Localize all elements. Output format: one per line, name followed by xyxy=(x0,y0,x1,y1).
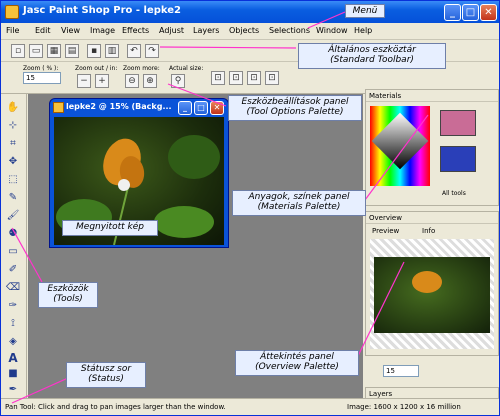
callout-overview: Áttekintés panel (Overview Palette) xyxy=(235,350,359,376)
callout-tools: Eszközök (Tools) xyxy=(38,282,98,308)
callout-materials-en: (Materials Palette) xyxy=(257,202,341,212)
callout-image: Megnyitott kép xyxy=(62,220,158,236)
callout-materials: Anyagok, színek panel (Materials Palette… xyxy=(232,190,366,216)
callout-overview-en: (Overview Palette) xyxy=(255,362,339,372)
callout-tools-en: (Tools) xyxy=(53,294,83,304)
callout-tool-options-en: (Tool Options Palette) xyxy=(246,107,344,117)
callout-materials-hu: Anyagok, színek panel xyxy=(248,192,350,202)
callout-tools-hu: Eszközök xyxy=(47,284,89,294)
callout-status: Státusz sor (Status) xyxy=(66,362,146,388)
callout-toolbar-hu: Általános eszköztár xyxy=(328,45,416,55)
callout-status-en: (Status) xyxy=(88,374,124,384)
callout-status-hu: Státusz sor xyxy=(80,364,132,374)
callout-overview-hu: Áttekintés panel xyxy=(260,352,334,362)
callout-toolbar: Általános eszköztár (Standard Toolbar) xyxy=(298,43,446,69)
callout-menu: Menü xyxy=(345,4,385,18)
callout-toolbar-en: (Standard Toolbar) xyxy=(330,55,414,65)
callout-tool-options: Eszközbeállítások panel (Tool Options Pa… xyxy=(228,95,362,121)
callout-tool-options-hu: Eszközbeállítások panel xyxy=(241,97,349,107)
